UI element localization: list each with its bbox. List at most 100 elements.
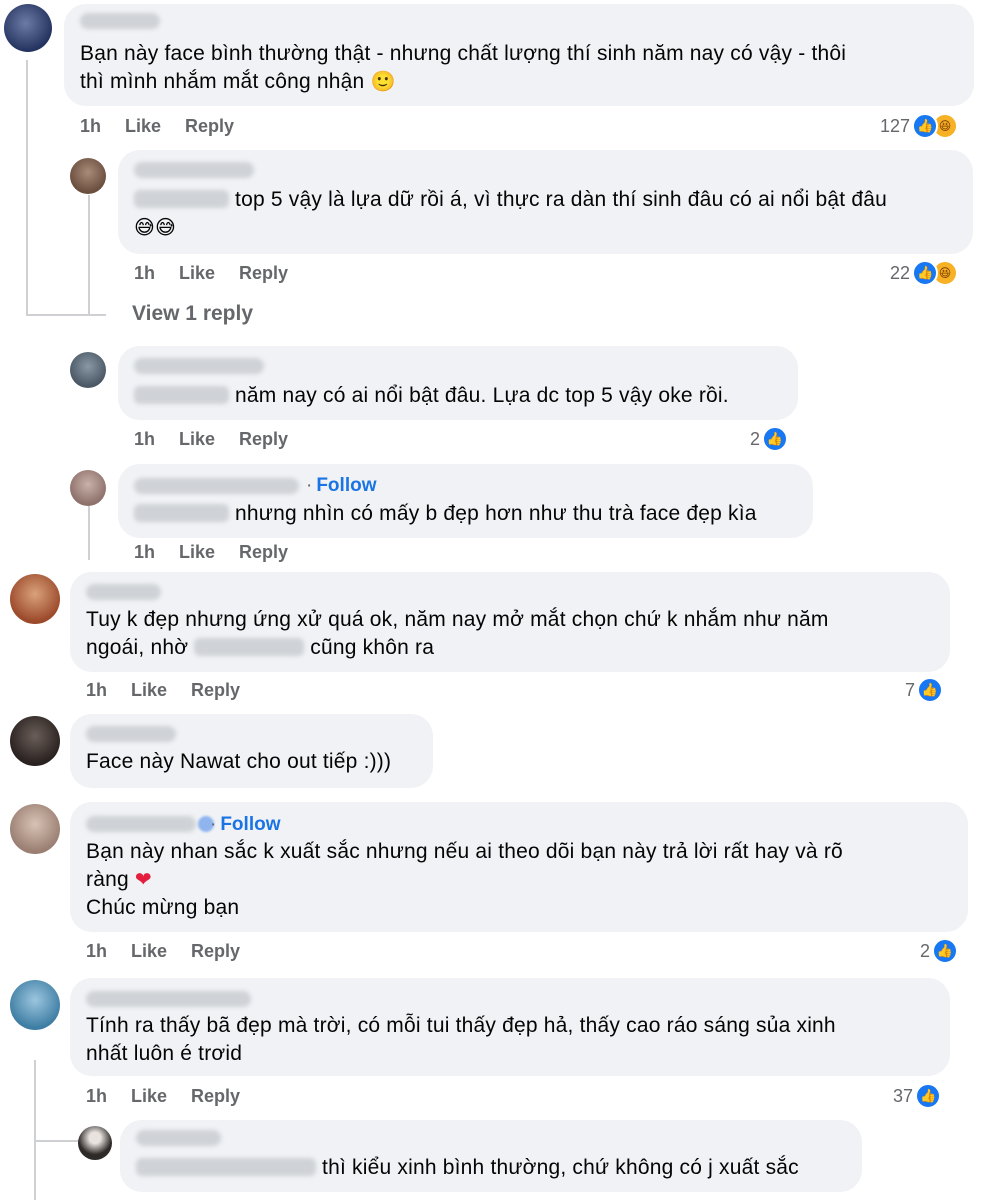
comment-line: top 5 vậy là lựa dữ rồi á, vì thực ra dà… — [235, 188, 887, 211]
sweat-smile-emoji: 😅😅 — [134, 217, 177, 239]
author-name[interactable] — [80, 13, 160, 29]
smile-emoji: 🙂 — [370, 71, 396, 93]
reaction-count: 2 — [920, 940, 931, 961]
reaction-summary[interactable]: 2 👍 — [920, 938, 959, 964]
author-name[interactable] — [86, 726, 176, 742]
comment-actions: 1h Like Reply — [134, 429, 288, 450]
comment-bubble: · Follow nhưng nhìn có mấy b đẹp hơn như … — [118, 464, 813, 538]
thread-line — [26, 314, 106, 316]
reaction-count: 22 — [890, 262, 911, 283]
mention-tag[interactable] — [194, 638, 305, 656]
comment-bubble: Bạn này face bình thường thật - nhưng ch… — [64, 4, 974, 106]
reaction-summary[interactable]: 2 👍 — [750, 426, 789, 452]
mention-tag[interactable] — [136, 1158, 316, 1176]
thread-line — [34, 1060, 36, 1200]
author-name[interactable] — [136, 1130, 221, 1146]
timestamp[interactable]: 1h — [86, 680, 107, 701]
reaction-summary[interactable]: 127 👍 😆 — [880, 113, 959, 139]
comment-line: nhưng nhìn có mấy b đẹp hơn như thu trà … — [235, 502, 757, 525]
comment-line: nhất luôn é trơid — [86, 1042, 243, 1065]
comment-line: Tính ra thấy bã đẹp mà trời, có mỗi tui … — [86, 1014, 836, 1037]
author-name[interactable] — [134, 162, 254, 178]
like-button[interactable]: Like — [179, 263, 215, 284]
reply-button[interactable]: Reply — [191, 680, 240, 701]
follow-button[interactable]: · Follow — [210, 814, 280, 836]
reaction-summary[interactable]: 22 👍 😆 — [890, 260, 959, 286]
like-button[interactable]: Like — [131, 941, 167, 962]
comment-text: Bạn này face bình thường thật - nhưng ch… — [80, 40, 960, 96]
comment-text: Tính ra thấy bã đẹp mà trời, có mỗi tui … — [86, 1012, 936, 1068]
comment-line: Face này Nawat cho out tiếp :))) — [86, 750, 392, 773]
comment-bubble: top 5 vậy là lựa dữ rồi á, vì thực ra dà… — [118, 150, 973, 254]
comment-line: Bạn này nhan sắc k xuất sắc nhưng nếu ai… — [86, 840, 843, 863]
comment-bubble: Tính ra thấy bã đẹp mà trời, có mỗi tui … — [70, 978, 950, 1076]
reply-button[interactable]: Reply — [191, 941, 240, 962]
comment-text: Face này Nawat cho out tiếp :))) — [86, 748, 426, 776]
avatar[interactable] — [10, 574, 60, 624]
avatar[interactable] — [70, 352, 106, 388]
reply-button[interactable]: Reply — [239, 263, 288, 284]
reply-button[interactable]: Reply — [185, 116, 234, 137]
view-replies-link[interactable]: View 1 reply — [132, 302, 253, 326]
avatar[interactable] — [10, 980, 60, 1030]
comment-actions: 1h Like Reply — [86, 1086, 240, 1107]
like-button[interactable]: Like — [125, 116, 161, 137]
comment-line: ngoái, nhờ — [86, 636, 189, 659]
comment-bubble: · Follow Bạn này nhan sắc k xuất sắc nhưn… — [70, 802, 968, 932]
timestamp[interactable]: 1h — [134, 263, 155, 284]
comment-line: Bạn này face bình thường thật - nhưng ch… — [80, 42, 847, 65]
timestamp[interactable]: 1h — [86, 1086, 107, 1107]
author-name[interactable] — [86, 584, 161, 600]
thread-line — [88, 195, 90, 315]
comment-bubble: năm nay có ai nổi bật đâu. Lựa dc top 5 … — [118, 346, 798, 420]
heart-emoji: ❤ — [134, 869, 152, 891]
like-reaction-icon: 👍 — [932, 938, 959, 964]
follow-button[interactable]: · Follow — [306, 475, 376, 497]
comment-text: năm nay có ai nổi bật đâu. Lựa dc top 5 … — [134, 382, 794, 410]
comment-bubble: thì kiểu xinh bình thường, chứ không có … — [120, 1120, 862, 1192]
like-button[interactable]: Like — [179, 429, 215, 450]
mention-tag[interactable] — [134, 190, 229, 208]
avatar[interactable] — [70, 158, 106, 194]
avatar[interactable] — [10, 804, 60, 854]
reaction-count: 2 — [750, 428, 761, 449]
like-reaction-icon: 👍 — [762, 426, 789, 452]
avatar[interactable] — [78, 1126, 112, 1160]
comment-text: thì kiểu xinh bình thường, chứ không có … — [136, 1154, 856, 1182]
reply-button[interactable]: Reply — [239, 429, 288, 450]
comment-actions: 1h Like Reply — [80, 116, 234, 137]
timestamp[interactable]: 1h — [134, 429, 155, 450]
comment-bubble: Face này Nawat cho out tiếp :))) — [70, 714, 433, 788]
reaction-count: 37 — [893, 1085, 914, 1106]
like-button[interactable]: Like — [131, 1086, 167, 1107]
comment-line: thì mình nhắm mắt công nhận — [80, 70, 365, 93]
follow-label[interactable]: Follow — [220, 814, 280, 835]
like-button[interactable]: Like — [179, 542, 215, 563]
like-reaction-icon: 👍 — [915, 1083, 942, 1109]
author-name[interactable] — [134, 358, 264, 374]
reply-button[interactable]: Reply — [239, 542, 288, 563]
mention-tag[interactable] — [134, 504, 229, 522]
author-name[interactable] — [86, 991, 251, 1007]
reaction-summary[interactable]: 37 👍 — [893, 1083, 942, 1109]
avatar[interactable] — [70, 470, 106, 506]
comment-line: Chúc mừng bạn — [86, 896, 240, 919]
comment-actions: 1h Like Reply — [86, 941, 240, 962]
comment-actions: 1h Like Reply — [134, 542, 288, 563]
like-button[interactable]: Like — [131, 680, 167, 701]
reply-button[interactable]: Reply — [191, 1086, 240, 1107]
timestamp[interactable]: 1h — [134, 542, 155, 563]
follow-label[interactable]: Follow — [316, 475, 376, 496]
mention-tag[interactable] — [134, 386, 229, 404]
comment-text: Tuy k đẹp nhưng ứng xử quá ok, năm nay m… — [86, 606, 936, 662]
reaction-summary[interactable]: 7 👍 — [905, 677, 944, 703]
avatar[interactable] — [10, 716, 60, 766]
timestamp[interactable]: 1h — [86, 941, 107, 962]
avatar[interactable] — [4, 4, 52, 52]
comment-actions: 1h Like Reply — [134, 263, 288, 284]
timestamp[interactable]: 1h — [80, 116, 101, 137]
author-name[interactable] — [134, 478, 299, 494]
thread-line — [26, 60, 28, 315]
author-name[interactable] — [86, 816, 196, 832]
comment-line: ràng — [86, 868, 129, 891]
